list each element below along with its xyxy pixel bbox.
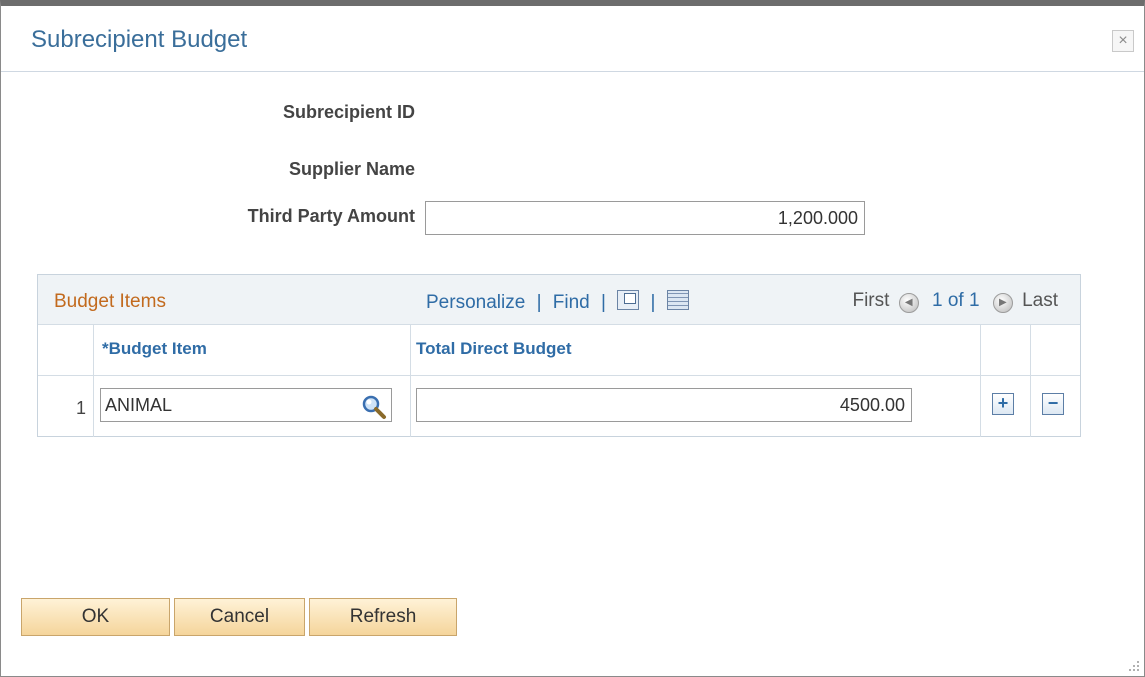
nav-separator: | (536, 292, 542, 313)
subrecipient-id-label: Subrecipient ID (282, 102, 415, 122)
ok-button[interactable]: OK (21, 598, 170, 636)
column-divider (410, 325, 411, 437)
grid-title: Budget Items (54, 291, 166, 312)
column-divider (980, 325, 981, 437)
dialog-title: Subrecipient Budget (31, 26, 248, 53)
grid-navigation: Personalize | Find | | (426, 290, 689, 314)
row-number: 1 (75, 398, 86, 418)
view-all-icon[interactable] (617, 290, 640, 310)
title-bar: Subrecipient Budget × (1, 6, 1144, 72)
pager-count: 1 of 1 (931, 290, 980, 311)
resize-grip-icon[interactable] (1126, 658, 1140, 672)
download-spreadsheet-icon[interactable] (666, 290, 689, 310)
column-header-budget-item[interactable]: *Budget Item (102, 339, 207, 359)
column-divider (1030, 325, 1031, 437)
refresh-button[interactable]: Refresh (309, 598, 457, 636)
grid-header: Budget Items Personalize | Find | | Firs… (38, 275, 1080, 325)
close-icon[interactable]: × (1112, 30, 1134, 52)
budget-items-grid: Budget Items Personalize | Find | | Firs… (37, 274, 1081, 437)
pager-last[interactable]: Last (1022, 290, 1058, 311)
find-link[interactable]: Find (553, 292, 590, 313)
add-row-button[interactable]: + (992, 393, 1014, 415)
delete-row-button[interactable]: − (1042, 393, 1064, 415)
third-party-amount-field[interactable]: 1,200.000 (425, 201, 865, 235)
personalize-link[interactable]: Personalize (426, 292, 525, 313)
supplier-name-label: Supplier Name (288, 159, 415, 179)
pager-first[interactable]: First (852, 290, 889, 311)
subrecipient-budget-dialog: Subrecipient Budget × Subrecipient ID Su… (0, 0, 1145, 677)
column-header-row: *Budget Item Total Direct Budget (38, 325, 1080, 376)
budget-item-field[interactable]: ANIMAL (100, 388, 392, 422)
previous-icon[interactable]: ◀ (898, 293, 919, 313)
column-divider (93, 325, 94, 437)
third-party-amount-label: Third Party Amount (247, 206, 415, 226)
cancel-button[interactable]: Cancel (174, 598, 305, 636)
pager: First ◀ 1 of 1 ▶ Last (852, 290, 1058, 313)
next-icon[interactable]: ▶ (992, 293, 1013, 313)
column-header-total-direct-budget[interactable]: Total Direct Budget (416, 339, 572, 359)
nav-separator: | (650, 292, 656, 313)
nav-separator: | (601, 292, 606, 313)
lookup-magnifier-icon[interactable] (360, 394, 388, 420)
total-direct-budget-field[interactable]: 4500.00 (416, 388, 912, 422)
